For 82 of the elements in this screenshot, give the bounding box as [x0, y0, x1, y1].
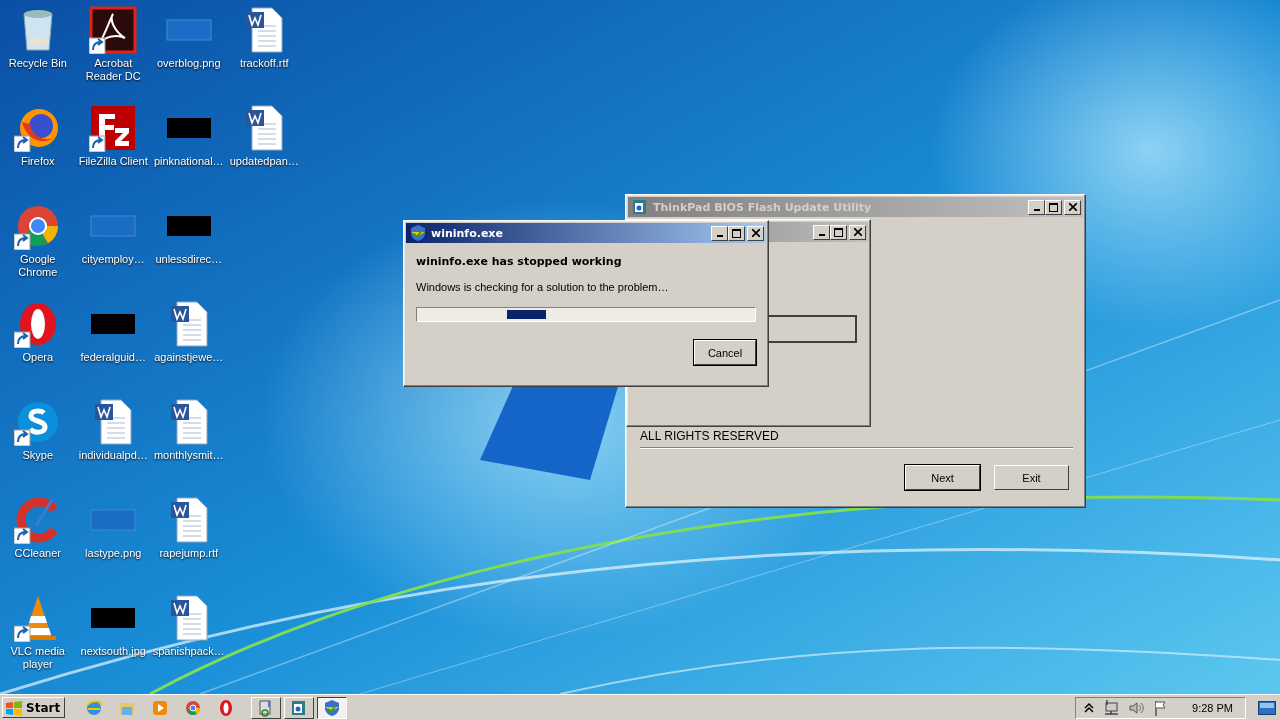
icon-label[interactable]: Firefox — [20, 155, 55, 168]
network-icon[interactable] — [1103, 699, 1120, 716]
maximize-button[interactable] — [1045, 199, 1062, 215]
clock[interactable]: 9:28 PM — [1192, 701, 1233, 714]
icon-label[interactable]: againstjewe… — [154, 351, 224, 364]
desktop-icon[interactable]: trackoff.rtf — [226, 6, 302, 104]
icon-label[interactable]: pinknational… — [153, 155, 224, 168]
icon-label[interactable]: VLC media player — [0, 645, 75, 671]
minimize-button[interactable] — [1028, 199, 1045, 215]
desktop-icon[interactable]: federalguid… — [75, 300, 151, 398]
app-icon[interactable] — [184, 698, 203, 717]
desktop-icon[interactable]: Skype — [0, 398, 76, 496]
desktop-icon[interactable]: individualpd… — [75, 398, 151, 496]
program-icon[interactable] — [631, 198, 649, 216]
icon-label[interactable]: spanishpack… — [152, 645, 225, 658]
start-button[interactable]: Start — [2, 697, 66, 718]
desktop-icon[interactable]: Firefox — [0, 104, 76, 202]
shield-icon[interactable] — [323, 698, 342, 717]
close-button[interactable] — [849, 224, 866, 240]
icon-label[interactable]: overblog.png — [156, 57, 221, 70]
icon-label[interactable]: federalguid… — [80, 351, 146, 364]
next-button[interactable]: Next — [905, 465, 980, 490]
icon-label[interactable]: rapejump.rtf — [159, 547, 219, 560]
close-icon — [853, 228, 862, 236]
desktop-icon[interactable]: Recycle Bin — [0, 6, 76, 104]
app-icon — [89, 104, 138, 152]
icon-label[interactable]: nextsouth.jpg — [80, 645, 146, 658]
error-heading: wininfo.exe has stopped working — [416, 255, 623, 268]
shield-icon[interactable] — [409, 224, 427, 242]
app-icon — [89, 6, 138, 54]
maximize-icon — [834, 227, 843, 237]
speaker-icon[interactable] — [1128, 699, 1145, 716]
icon-label[interactable]: FileZilla Client — [78, 155, 148, 168]
icon-label[interactable]: lastype.png — [85, 547, 142, 560]
close-icon — [1068, 203, 1077, 211]
icon-label[interactable]: Skype — [22, 449, 54, 462]
desktop-icon[interactable]: Opera — [0, 300, 76, 398]
show-desktop-icon[interactable] — [1258, 700, 1276, 715]
minimize-button[interactable] — [813, 224, 830, 240]
icon-label[interactable]: CCleaner — [14, 547, 61, 560]
taskbar-button[interactable] — [317, 696, 348, 719]
desktop-icon[interactable]: overblog.png — [151, 6, 227, 104]
desktop-icon[interactable]: rapejump.rtf — [151, 496, 227, 594]
desktop-icon[interactable]: FileZilla Client — [75, 104, 151, 202]
icon-label[interactable]: cityemploy… — [81, 253, 145, 266]
desktop-icon[interactable]: CCleaner — [0, 496, 76, 594]
exit-button[interactable]: Exit — [994, 465, 1069, 490]
chevron-up-icon[interactable] — [1084, 701, 1095, 714]
desktop-icon[interactable]: unlessdirec… — [151, 202, 227, 300]
cancel-button[interactable]: Cancel — [694, 340, 756, 365]
desktop-icon[interactable]: lastype.png — [75, 496, 151, 594]
icon-label[interactable]: unlessdirec… — [155, 253, 223, 266]
close-button[interactable] — [1064, 199, 1081, 215]
desktop-icon[interactable]: VLC media player — [0, 594, 76, 692]
desktop-icon[interactable]: pinknational… — [151, 104, 227, 202]
close-icon — [751, 229, 760, 237]
icon-label[interactable]: Recycle Bin — [8, 57, 67, 70]
desktop-icon[interactable]: againstjewe… — [151, 300, 227, 398]
icon-label[interactable]: Opera — [22, 351, 54, 364]
desktop-icon[interactable]: updatedpan… — [226, 104, 302, 202]
icon-label[interactable]: individualpd… — [78, 449, 148, 462]
maximize-button[interactable] — [728, 225, 745, 241]
status-message: Windows is checking for a solution to the problem… — [416, 281, 670, 293]
icon-label[interactable]: Google Chrome — [0, 253, 75, 279]
desktop-icon[interactable]: spanishpack… — [151, 594, 227, 692]
icon-label[interactable]: monthlysmit… — [153, 449, 224, 462]
windows-flag-icon — [5, 699, 23, 716]
desktop-icon[interactable]: nextsouth.jpg — [75, 594, 151, 692]
desktop-icon[interactable]: monthlysmit… — [151, 398, 227, 496]
copyright-text: ALL RIGHTS RESERVED — [640, 429, 780, 443]
icon-label[interactable]: updatedpan… — [229, 155, 299, 168]
icon-label[interactable]: trackoff.rtf — [239, 57, 289, 70]
icon-label[interactable]: Acrobat Reader DC — [76, 57, 151, 83]
desktop-icon[interactable]: Acrobat Reader DC — [75, 6, 151, 104]
maximize-button[interactable] — [830, 224, 847, 240]
desktop-icon[interactable]: Google Chrome — [0, 202, 76, 300]
maximize-icon — [732, 228, 741, 238]
desktop-icon[interactable]: cityemploy… — [75, 202, 151, 300]
window-title: wininfo.exe — [431, 226, 503, 240]
close-button[interactable] — [747, 225, 764, 241]
maximize-icon — [1049, 202, 1058, 212]
minimize-button[interactable] — [711, 225, 728, 241]
